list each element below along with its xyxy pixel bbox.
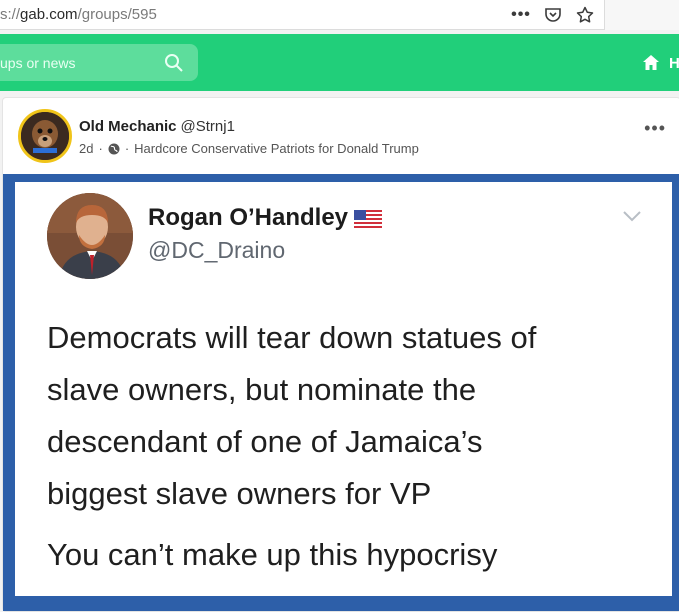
author-name[interactable]: Old Mechanic <box>79 118 177 135</box>
tweet-avatar <box>47 193 133 279</box>
tweet-line: Democrats will tear down statues of <box>47 320 537 355</box>
meta-separator-2: · <box>124 141 130 156</box>
tweet-screenshot: Rogan O’Handley @DC_Draino Democrats wil… <box>15 182 672 596</box>
pocket-icon[interactable] <box>542 4 564 26</box>
search-icon[interactable] <box>164 53 184 73</box>
url-domain: gab.com <box>20 6 78 23</box>
address-bar[interactable]: s://gab.com/groups/595 ••• <box>0 0 605 30</box>
more-icon[interactable]: ••• <box>510 4 532 26</box>
post-author[interactable]: Old Mechanic @Strnj1 <box>79 118 235 135</box>
avatar[interactable] <box>18 109 72 163</box>
post-card: Old Mechanic @Strnj1 2d · · Hardcore Cons… <box>2 97 679 612</box>
tweet-body: Democrats will tear down statues of slav… <box>47 312 657 520</box>
site-header: ups or news H <box>0 34 679 91</box>
tweet-line-last: You can’t make up this hypocrisy <box>47 537 498 572</box>
us-flag-icon <box>354 209 383 228</box>
tweet-author-handle: @DC_Draino <box>148 237 286 263</box>
star-icon[interactable] <box>574 4 596 26</box>
browser-toolbar-area <box>605 0 679 30</box>
tweet-name-text: Rogan O’Handley <box>148 204 349 231</box>
search-input[interactable]: ups or news <box>0 55 75 71</box>
meta-separator: · <box>98 141 103 156</box>
tweet-author-name: Rogan O’Handley <box>148 204 383 232</box>
url-path: /groups/595 <box>77 6 157 23</box>
post-time[interactable]: 2d <box>79 141 93 156</box>
url-text[interactable]: s://gab.com/groups/595 <box>0 6 157 23</box>
search-box[interactable]: ups or news <box>0 44 198 81</box>
post-image[interactable]: Rogan O’Handley @DC_Draino Democrats wil… <box>3 174 679 611</box>
chevron-down-icon <box>623 211 641 222</box>
tweet-line: descendant of one of Jamaica’s <box>47 424 483 459</box>
home-link[interactable]: H <box>669 55 679 72</box>
post-meta: 2d · · Hardcore Conservative Patriots fo… <box>79 141 419 156</box>
post-options-icon[interactable]: ••• <box>644 118 666 139</box>
tweet-line: biggest slave owners for VP <box>47 476 432 511</box>
globe-icon <box>108 143 120 154</box>
author-handle[interactable]: @Strnj1 <box>181 118 235 135</box>
group-link[interactable]: Hardcore Conservative Patriots for Donal… <box>134 141 419 156</box>
home-icon[interactable] <box>642 54 660 72</box>
url-prefix: s:// <box>0 6 21 23</box>
tweet-line: slave owners, but nominate the <box>47 372 477 407</box>
